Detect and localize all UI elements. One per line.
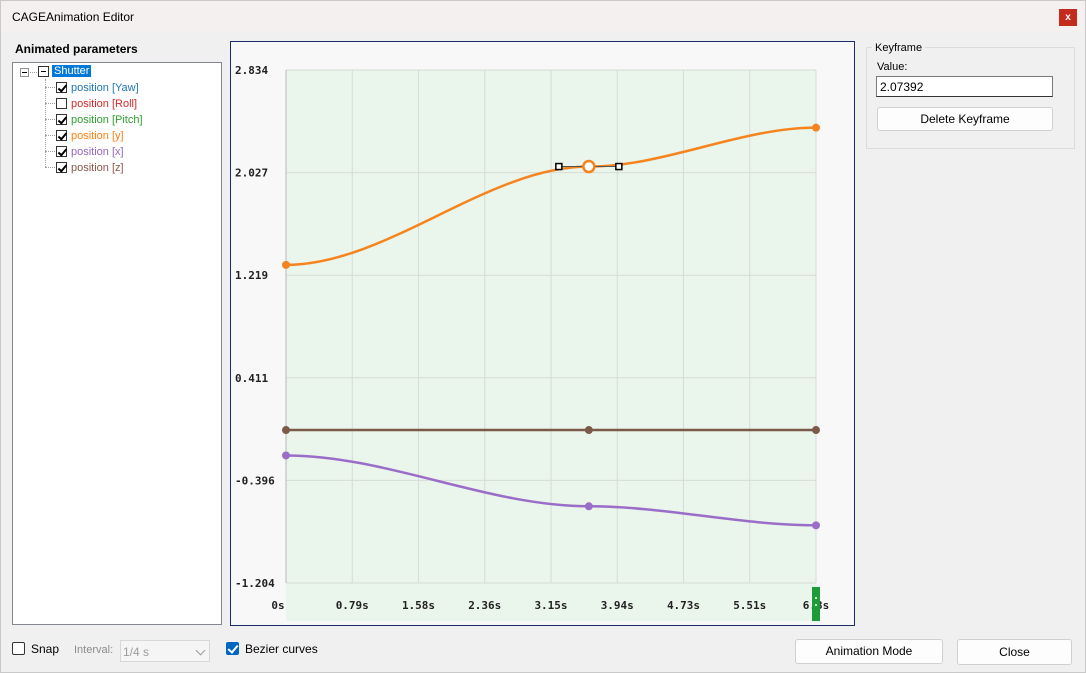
x-tick-label: 1.58s <box>402 599 435 612</box>
keyframe-point <box>282 260 290 269</box>
value-label: Value: <box>877 61 908 73</box>
root-checkbox[interactable] <box>38 66 49 77</box>
param-label: position [Roll] <box>71 98 138 110</box>
close-window-button[interactable]: x <box>1059 9 1077 26</box>
keyframe-point <box>282 451 290 460</box>
interval-select[interactable]: 1/4 s <box>120 640 210 662</box>
param-label: position [x] <box>71 146 124 158</box>
param-checkbox[interactable] <box>56 130 67 141</box>
x-tick-label: 0.79s <box>336 599 369 612</box>
playhead-grip <box>815 604 817 606</box>
keyframe-point <box>584 426 593 435</box>
y-tick-label: 2.834 <box>235 64 268 77</box>
param-checkbox[interactable] <box>56 114 67 125</box>
y-tick-label: 0.411 <box>235 372 268 385</box>
tangent-handle-left <box>555 162 563 171</box>
snap-label[interactable]: Snap <box>31 642 59 656</box>
animated-parameters-label: Animated parameters <box>15 42 138 56</box>
tree-item-param[interactable]: position [z] <box>71 161 124 176</box>
param-label: position [Pitch] <box>71 114 143 126</box>
param-label: position [z] <box>71 162 124 174</box>
selected-keyframe <box>582 159 596 174</box>
tree-item-param[interactable]: position [Pitch] <box>71 113 143 128</box>
y-tick-label: 1.219 <box>235 269 268 282</box>
param-checkbox[interactable] <box>56 98 67 109</box>
x-tick-label: 3.94s <box>601 599 634 612</box>
tangent-handle-right <box>615 162 623 171</box>
keyframe-point <box>584 502 593 511</box>
x-tick-label: 4.73s <box>667 599 700 612</box>
x-tick-label: 2.36s <box>468 599 501 612</box>
x-tick-label: 0s <box>271 599 284 612</box>
title-bar[interactable]: CAGEAnimation Editor x <box>1 1 1085 32</box>
playhead-grip <box>815 597 817 599</box>
keyframe-point <box>282 426 290 435</box>
tree-item-param[interactable]: position [Yaw] <box>71 81 139 96</box>
window-title: CAGEAnimation Editor <box>12 10 135 24</box>
editor-window: CAGEAnimation Editor x Animated paramete… <box>0 0 1086 673</box>
tree-item-param[interactable]: position [x] <box>71 145 124 160</box>
tree-item-param[interactable]: position [y] <box>71 129 124 144</box>
bezier-label[interactable]: Bezier curves <box>245 642 318 656</box>
parameter-tree[interactable]: Shutter position [Yaw] position [Roll] pos… <box>12 62 222 625</box>
interval-value: 1/4 s <box>123 645 150 659</box>
close-button[interactable]: Close <box>957 639 1072 665</box>
tree-item-shutter-label: Shutter <box>52 65 92 77</box>
curve-chart-canvas[interactable]: 2.834 2.027 1.219 0.411 -0.396 -1.204 0s 0.79s 1… <box>231 42 854 625</box>
curve-chart[interactable]: 2.834 2.027 1.219 0.411 -0.396 -1.204 0s 0.79s 1… <box>230 41 855 626</box>
keyframe-point <box>812 123 820 132</box>
tree-item-shutter[interactable]: Shutter <box>52 64 92 79</box>
y-tick-label: -1.204 <box>235 577 275 590</box>
chevron-down-icon <box>195 645 206 656</box>
interval-label: Interval: <box>74 644 114 656</box>
delete-keyframe-button[interactable]: Delete Keyframe <box>877 107 1053 131</box>
animation-mode-button[interactable]: Animation Mode <box>795 639 943 664</box>
y-tick-label: 2.027 <box>235 167 268 180</box>
bezier-checkbox[interactable] <box>226 642 239 655</box>
keyframe-point <box>812 521 820 530</box>
tree-item-param[interactable]: position [Roll] <box>71 97 137 112</box>
param-label: position [y] <box>71 130 124 142</box>
x-tick-label: 5.51s <box>733 599 766 612</box>
param-checkbox[interactable] <box>56 162 67 173</box>
keyframe-point <box>812 426 820 435</box>
snap-checkbox[interactable] <box>12 642 25 655</box>
keyframe-group-title: Keyframe <box>872 42 926 54</box>
value-field[interactable] <box>876 76 1053 97</box>
y-tick-label: -0.396 <box>235 474 275 487</box>
param-label: position [Yaw] <box>71 82 139 94</box>
collapse-icon[interactable] <box>20 68 29 77</box>
param-checkbox[interactable] <box>56 82 67 93</box>
param-checkbox[interactable] <box>56 146 67 157</box>
x-tick-label: 3.15s <box>534 599 567 612</box>
